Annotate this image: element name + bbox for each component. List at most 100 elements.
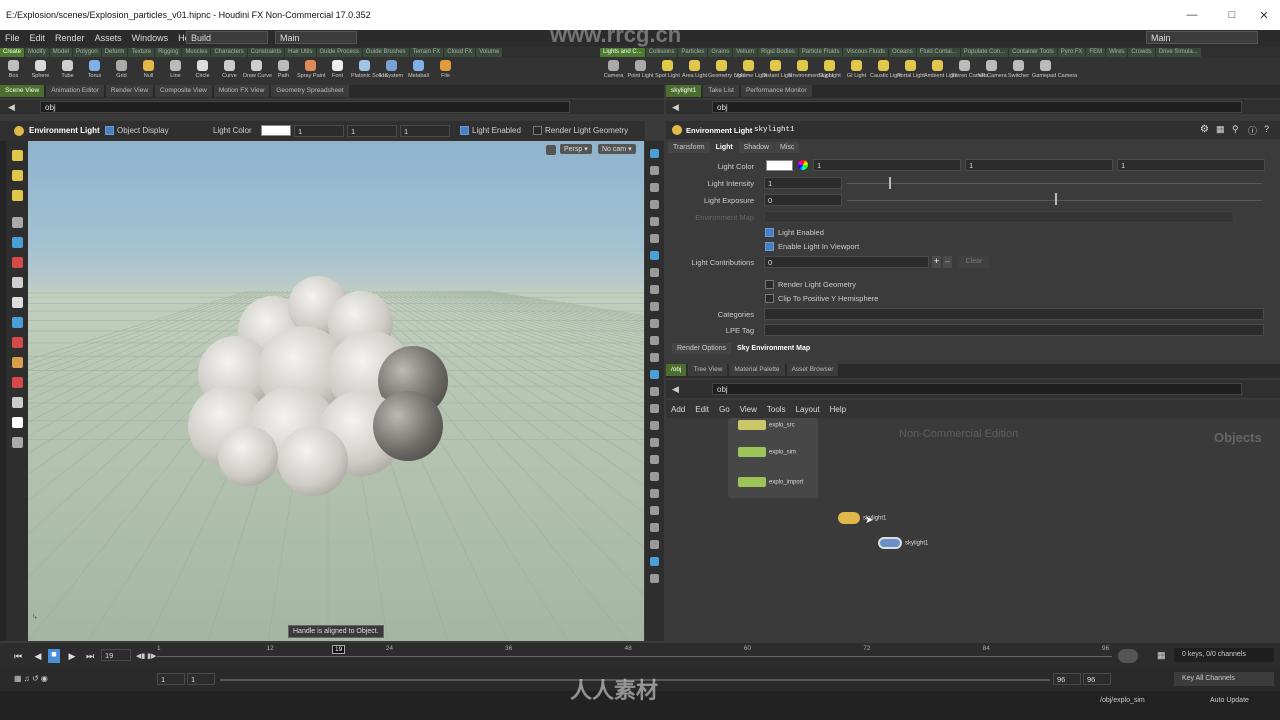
- param-pane-tab-2[interactable]: Performance Monitor: [740, 85, 812, 97]
- viewport-tool-12[interactable]: [11, 397, 23, 408]
- display-tool-20[interactable]: [650, 489, 659, 498]
- go-start-icon[interactable]: ⏮: [12, 651, 24, 661]
- shelf-tab-right-12[interactable]: Pyro FX: [1057, 48, 1086, 57]
- realtime-icons[interactable]: ▦ ♫ ↺ ◉: [14, 674, 48, 683]
- tool-5[interactable]: Null: [135, 60, 162, 79]
- display-tool-25[interactable]: [650, 574, 659, 583]
- shelf-tab-12[interactable]: Guide Brushes: [362, 48, 409, 57]
- net-pane-tab-3[interactable]: Asset Browser: [786, 364, 839, 376]
- shelf-tab-right-7[interactable]: Viscous Fluids: [843, 48, 889, 57]
- shelf-tab-right-15[interactable]: Crowds: [1128, 48, 1155, 57]
- light-color-b[interactable]: 1: [400, 125, 450, 137]
- shelf-tab-9[interactable]: Constraints: [247, 48, 285, 57]
- viewport-tool-0[interactable]: [11, 150, 23, 161]
- display-tool-14[interactable]: [650, 387, 659, 396]
- light-tool-1[interactable]: Point Light: [627, 60, 654, 79]
- display-tool-1[interactable]: [650, 166, 659, 175]
- intensity-slider-handle[interactable]: [888, 177, 891, 189]
- param-pane-tab-1[interactable]: Take List: [703, 85, 739, 97]
- net-pane-tab-2[interactable]: Material Palette: [729, 364, 785, 376]
- network-editor[interactable]: Non-Commercial Edition Objects explo_src…: [668, 418, 1278, 642]
- play-forward-icon[interactable]: ▶: [66, 651, 78, 661]
- tool-7[interactable]: Circle: [189, 60, 216, 79]
- viewport-tool-10[interactable]: [11, 357, 23, 368]
- viewport-tool-5[interactable]: [11, 257, 23, 268]
- tool-2[interactable]: Tube: [54, 60, 81, 79]
- shelf-tab-right-13[interactable]: FEM: [1086, 48, 1106, 57]
- shelf-tab-5[interactable]: Texture: [128, 48, 155, 57]
- intensity-slider-track[interactable]: [847, 183, 1262, 184]
- shelf-tab-14[interactable]: Cloud FX: [444, 48, 476, 57]
- back-icon[interactable]: ◀: [8, 102, 15, 113]
- tool-9[interactable]: Draw Curve: [243, 60, 272, 79]
- network-menu-help[interactable]: Help: [825, 400, 851, 414]
- display-tool-22[interactable]: [650, 523, 659, 532]
- network-menu-view[interactable]: View: [735, 400, 762, 414]
- node-explo-sim[interactable]: explo_sim: [738, 447, 796, 457]
- light-tool-8[interactable]: Sky Light: [816, 60, 843, 79]
- shelf-tab-right-5[interactable]: Rigid Bodies: [758, 48, 798, 57]
- camera-menu[interactable]: No cam ▾: [598, 144, 636, 154]
- persp-menu[interactable]: Persp ▾: [560, 144, 592, 154]
- tool-10[interactable]: Path: [270, 60, 297, 79]
- node-skylight1-a[interactable]: skylight1: [838, 512, 886, 524]
- light-tool-0[interactable]: Camera: [600, 60, 627, 79]
- light-tool-15[interactable]: Switcher: [1005, 60, 1032, 79]
- shelf-tab-2[interactable]: Model: [49, 48, 73, 57]
- display-tool-5[interactable]: [650, 234, 659, 243]
- light-tool-3[interactable]: Area Light: [681, 60, 708, 79]
- shelf-tab-7[interactable]: Muscles: [182, 48, 211, 57]
- search-icon[interactable]: ⚲: [1232, 124, 1239, 135]
- tool-6[interactable]: Line: [162, 60, 189, 79]
- minimize-icon[interactable]: —: [1180, 9, 1204, 21]
- display-tool-15[interactable]: [650, 404, 659, 413]
- keys-icon[interactable]: ▦: [1157, 650, 1166, 661]
- display-tool-7[interactable]: [650, 268, 659, 277]
- tool-8[interactable]: Curve: [216, 60, 243, 79]
- display-tool-8[interactable]: [650, 285, 659, 294]
- display-tool-0[interactable]: [650, 149, 659, 158]
- shelf-tab-right-3[interactable]: Grains: [708, 48, 733, 57]
- param-env-map-field[interactable]: [764, 211, 1234, 223]
- display-tool-6[interactable]: [650, 251, 659, 260]
- shelf-tab-10[interactable]: Hair Utils: [285, 48, 316, 57]
- display-tool-21[interactable]: [650, 506, 659, 515]
- menu-edit[interactable]: Edit: [25, 30, 51, 43]
- param-light-color-r[interactable]: 1: [813, 159, 961, 171]
- viewport-tool-13[interactable]: [11, 417, 23, 428]
- display-tool-12[interactable]: [650, 353, 659, 362]
- tab-transform[interactable]: Transform: [668, 142, 710, 153]
- tab-shadow[interactable]: Shadow: [738, 142, 775, 153]
- tab-render-options[interactable]: Render Options: [672, 343, 732, 354]
- light-tool-11[interactable]: Portal Light: [897, 60, 925, 79]
- net-pane-tab-0[interactable]: /obj: [666, 364, 687, 376]
- light-color-r[interactable]: 1: [294, 125, 344, 137]
- param-exposure-field[interactable]: 0: [764, 194, 842, 206]
- shelf-tab-right-11[interactable]: Container Tools: [1009, 48, 1057, 57]
- viewport-tool-2[interactable]: [11, 190, 23, 201]
- network-path-field[interactable]: obj: [712, 383, 1242, 395]
- shelf-tab-15[interactable]: Volume: [476, 48, 503, 57]
- shelf-tab-13[interactable]: Terrain FX: [409, 48, 444, 57]
- range-start-field[interactable]: 1: [157, 673, 185, 685]
- display-tool-16[interactable]: [650, 421, 659, 430]
- display-tool-13[interactable]: [650, 370, 659, 379]
- remove-contrib-button[interactable]: –: [943, 256, 952, 268]
- light-tool-5[interactable]: Volume Light: [735, 60, 767, 79]
- shelf-tab-0[interactable]: Create: [0, 48, 25, 57]
- light-color-g[interactable]: 1: [347, 125, 397, 137]
- light-tool-16[interactable]: Gamepad Camera: [1032, 60, 1077, 79]
- net-pane-tab-1[interactable]: Tree View: [688, 364, 728, 376]
- left-desktop-dropdown[interactable]: Main: [275, 31, 357, 44]
- shelf-tab-right-6[interactable]: Particle Fluids: [798, 48, 843, 57]
- light-enabled-checkbox[interactable]: [460, 126, 469, 135]
- render-geo-param-checkbox[interactable]: [765, 280, 774, 289]
- viewport-tool-4[interactable]: [11, 237, 23, 248]
- tool-13[interactable]: Platonic Solids: [351, 60, 387, 79]
- tool-16[interactable]: File: [432, 60, 459, 79]
- viewport-tool-14[interactable]: [11, 437, 23, 448]
- help-book-icon[interactable]: ▦: [1216, 124, 1225, 135]
- pane-tab-5[interactable]: Geometry Spreadsheet: [271, 85, 349, 97]
- network-back-icon[interactable]: ◀: [672, 384, 679, 395]
- clear-button[interactable]: Clear: [959, 256, 989, 268]
